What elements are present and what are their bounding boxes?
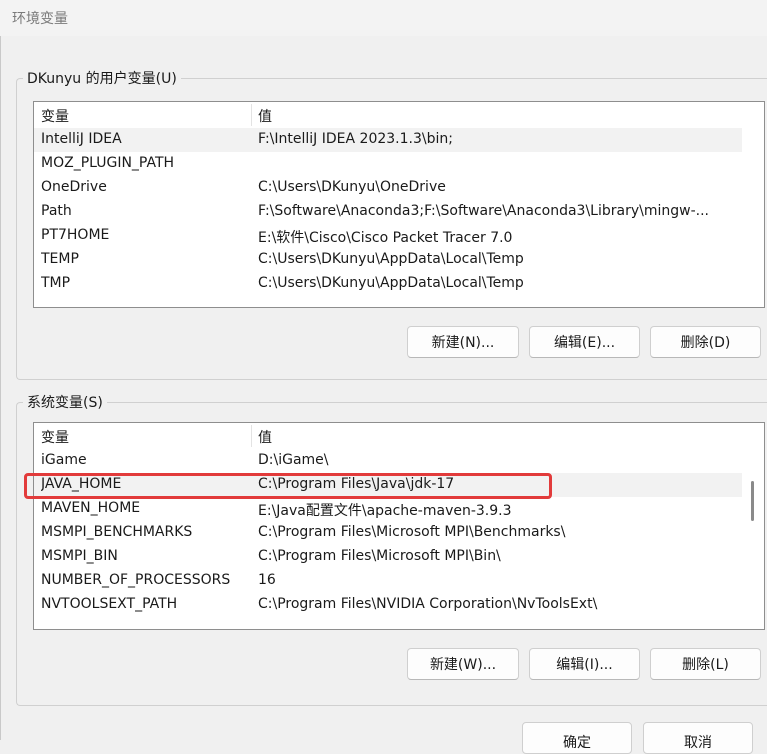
- variable-name: NUMBER_OF_PROCESSORS: [41, 572, 231, 588]
- variable-name: IntelliJ IDEA: [41, 131, 122, 147]
- variable-name: MSMPI_BENCHMARKS: [41, 524, 193, 540]
- table-row[interactable]: MSMPI_BIN C:\Program Files\Microsoft MPI…: [34, 545, 742, 569]
- user-delete-button[interactable]: 删除(D): [650, 326, 761, 358]
- variable-name: TEMP: [41, 251, 79, 267]
- column-header-value[interactable]: 值: [258, 106, 272, 126]
- variable-value: C:\Program Files\NVIDIA Corporation\NvTo…: [258, 596, 598, 612]
- column-divider[interactable]: [251, 425, 252, 447]
- title-bar: 环境变量: [0, 0, 767, 36]
- user-list-scrollbar[interactable]: [742, 102, 764, 307]
- variable-value: C:\Program Files\Microsoft MPI\Benchmark…: [258, 524, 566, 540]
- system-new-button[interactable]: 新建(W)...: [407, 648, 519, 680]
- table-row[interactable]: OneDrive C:\Users\DKunyu\OneDrive: [34, 176, 742, 200]
- variable-name: PT7HOME: [41, 227, 110, 243]
- window-edge: [0, 36, 1, 740]
- column-header-value[interactable]: 值: [258, 427, 272, 447]
- ok-button[interactable]: 确定: [522, 722, 632, 754]
- variable-name: NVTOOLSEXT_PATH: [41, 596, 178, 612]
- list-header: 变量 值: [34, 102, 742, 128]
- variable-name: MSMPI_BIN: [41, 548, 118, 564]
- table-row[interactable]: NVTOOLSEXT_PATH C:\Program Files\NVIDIA …: [34, 593, 742, 617]
- variable-value: C:\Users\DKunyu\AppData\Local\Temp: [258, 275, 524, 291]
- system-edit-button[interactable]: 编辑(I)...: [529, 648, 640, 680]
- system-delete-button[interactable]: 删除(L): [650, 648, 761, 680]
- table-row[interactable]: PT7HOME E:\软件\Cisco\Cisco Packet Tracer …: [34, 224, 742, 248]
- variable-name: iGame: [41, 452, 87, 468]
- variable-name: TMP: [41, 275, 71, 291]
- table-row[interactable]: MOZ_PLUGIN_PATH: [34, 152, 742, 176]
- table-row[interactable]: iGame D:\iGame\: [34, 449, 742, 473]
- user-new-button[interactable]: 新建(N)...: [407, 326, 519, 358]
- window-title: 环境变量: [12, 11, 68, 27]
- table-row[interactable]: TEMP C:\Users\DKunyu\AppData\Local\Temp: [34, 248, 742, 272]
- user-variables-rows: IntelliJ IDEA F:\IntelliJ IDEA 2023.1.3\…: [34, 128, 742, 296]
- variable-name: MOZ_PLUGIN_PATH: [41, 155, 175, 171]
- system-list-scrollbar[interactable]: [742, 423, 764, 629]
- user-edit-button[interactable]: 编辑(E)...: [529, 326, 640, 358]
- variable-name: Path: [41, 203, 72, 219]
- column-divider[interactable]: [251, 104, 252, 126]
- variable-name: OneDrive: [41, 179, 107, 195]
- table-row[interactable]: MSMPI_BENCHMARKS C:\Program Files\Micros…: [34, 521, 742, 545]
- table-row[interactable]: NUMBER_OF_PROCESSORS 16: [34, 569, 742, 593]
- red-highlight-annotation: [24, 473, 552, 499]
- system-variables-legend: 系统变量(S): [27, 395, 103, 411]
- table-row[interactable]: Path F:\Software\Anaconda3;F:\Software\A…: [34, 200, 742, 224]
- column-header-variable[interactable]: 变量: [41, 427, 69, 447]
- user-variables-legend: DKunyu 的用户变量(U): [27, 71, 177, 87]
- table-row[interactable]: MAVEN_HOME E:\Java配置文件\apache-maven-3.9.…: [34, 497, 742, 521]
- table-row[interactable]: IntelliJ IDEA F:\IntelliJ IDEA 2023.1.3\…: [34, 128, 742, 152]
- variable-value: 16: [258, 572, 276, 588]
- variable-value: C:\Program Files\Microsoft MPI\Bin\: [258, 548, 501, 564]
- list-header: 变量 值: [34, 423, 742, 449]
- table-row[interactable]: TMP C:\Users\DKunyu\AppData\Local\Temp: [34, 272, 742, 296]
- user-variables-list[interactable]: 变量 值 IntelliJ IDEA F:\IntelliJ IDEA 2023…: [33, 101, 765, 308]
- system-variables-list[interactable]: 变量 值 iGame D:\iGame\ JAVA_HOME C:\Progra…: [33, 422, 765, 630]
- variable-name: MAVEN_HOME: [41, 500, 141, 516]
- variable-value: E:\软件\Cisco\Cisco Packet Tracer 7.0: [258, 230, 513, 246]
- variable-value: C:\Users\DKunyu\AppData\Local\Temp: [258, 251, 524, 267]
- variable-value: F:\IntelliJ IDEA 2023.1.3\bin;: [258, 131, 453, 147]
- scroll-thumb[interactable]: [751, 481, 754, 521]
- variable-value: E:\Java配置文件\apache-maven-3.9.3: [258, 503, 512, 519]
- column-header-variable[interactable]: 变量: [41, 106, 69, 126]
- variable-value: D:\iGame\: [258, 452, 329, 468]
- variable-value: F:\Software\Anaconda3;F:\Software\Anacon…: [258, 203, 709, 219]
- cancel-button[interactable]: 取消: [643, 722, 753, 754]
- variable-value: C:\Users\DKunyu\OneDrive: [258, 179, 446, 195]
